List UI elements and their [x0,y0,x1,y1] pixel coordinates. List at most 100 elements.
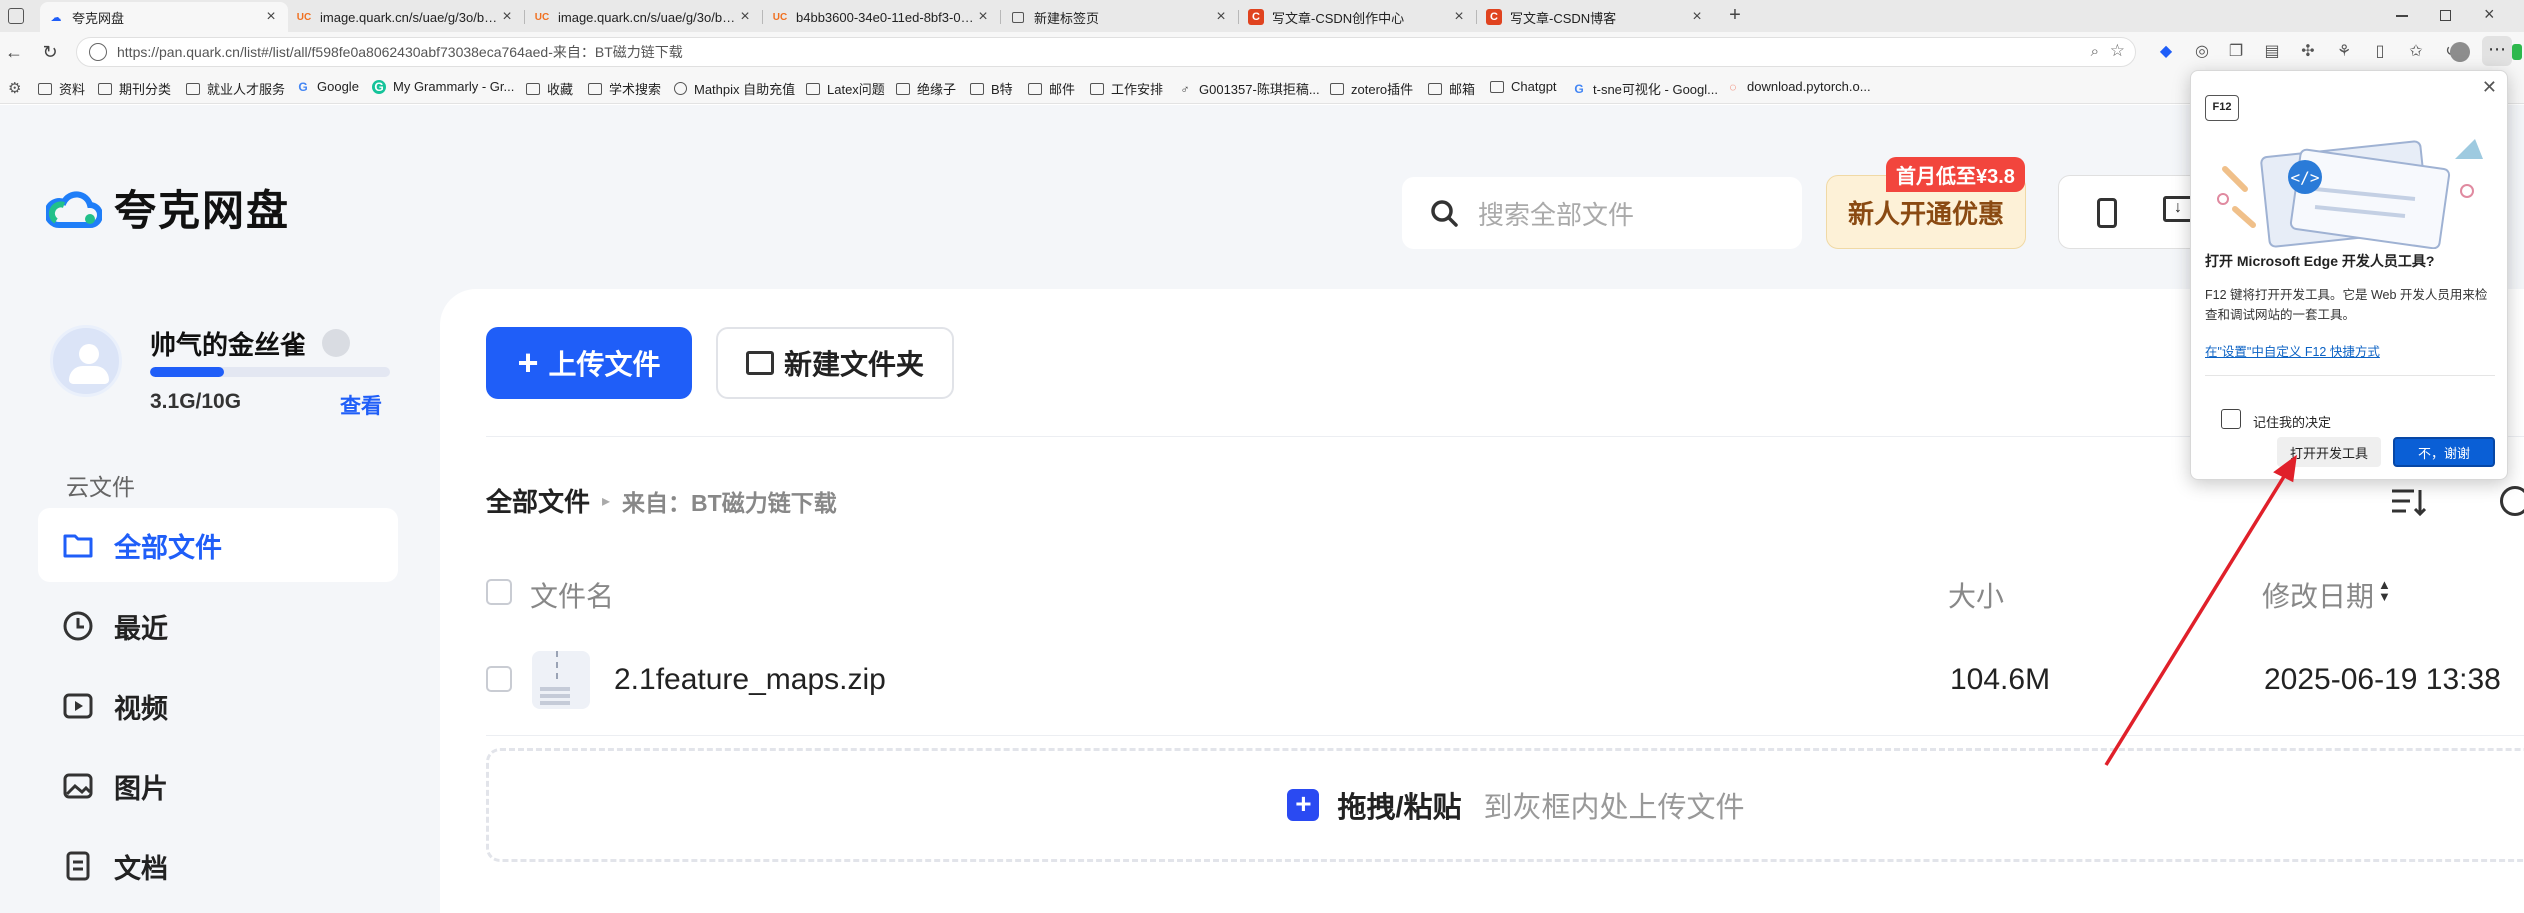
new-tab-button[interactable]: + [1724,4,1746,26]
bookmark-item[interactable]: 学术搜索 [588,79,661,98]
bookmark-item[interactable]: 邮箱 [1428,79,1475,98]
tab-close-icon[interactable]: × [1450,8,1468,26]
sidebar-item-video[interactable]: 视频 [38,669,398,743]
tab-image-quark-2[interactable]: UC image.quark.cn/s/uae/g/3o/broc × [526,2,762,32]
bookmark-item[interactable]: G Google [296,79,359,94]
copilot-icon[interactable] [2512,44,2522,60]
tab-close-icon[interactable]: × [1212,8,1230,26]
grammarly-icon: G [372,79,386,94]
tab-close-icon[interactable]: × [974,8,992,26]
zoom-icon[interactable]: ⌕ [2091,43,2099,60]
mobile-app-icon[interactable] [2097,198,2117,228]
bookmark-item[interactable]: 绝缘子 [896,79,956,98]
bookmark-label: Google [317,79,359,94]
tab-quark-pan[interactable]: ☁ 夸克网盘 × [40,2,288,32]
workspaces-icon[interactable] [8,8,24,24]
search-input[interactable]: 搜索全部文件 [1402,177,1802,249]
tab-close-icon[interactable]: × [1688,8,1706,26]
settings-more-icon[interactable]: ⋯ [2482,36,2512,66]
extension-icon[interactable]: ◆ [2156,42,2176,62]
extensions-puzzle-icon[interactable]: ✣ [2298,42,2318,62]
minimize-icon[interactable] [2396,15,2408,17]
row-checkbox[interactable] [486,666,512,692]
bookmark-item[interactable]: zotero插件 [1330,79,1413,98]
tab-image-quark-1[interactable]: UC image.quark.cn/s/uae/g/3o/broc × [288,2,524,32]
close-icon[interactable]: ✕ [2482,77,2497,98]
performance-icon[interactable]: ⚘ [2334,42,2354,62]
customize-shortcut-link[interactable]: 在"设置"中自定义 F12 快捷方式 [2205,341,2495,360]
bookmark-item[interactable]: 资料 [38,79,85,98]
upload-file-button[interactable]: + 上传文件 [486,327,692,399]
select-all-checkbox[interactable] [486,579,512,605]
bookmark-item[interactable]: B特 [970,79,1013,98]
app-logo[interactable]: 夸克网盘 [44,177,290,238]
remember-decision-label: 记住我的决定 [2253,415,2332,430]
reading-icon[interactable]: ▤ [2262,42,2282,62]
collections-icon[interactable]: ❐ [2226,42,2246,62]
extension-icon[interactable]: ◎ [2192,42,2212,62]
bookmarks-bar: ⚙ 资料 期刊分类 就业人才服务 G Google G My Grammarly -… [0,72,2524,104]
upload-label: 上传文件 [548,349,661,380]
folder-icon [745,351,774,375]
bookmark-item[interactable]: Chatgpt [1490,79,1557,94]
open-devtools-button[interactable]: 打开开发工具 [2277,437,2381,467]
bookmark-item[interactable]: ◌ download.pytorch.o... [1726,79,1871,94]
close-window-icon[interactable]: × [2484,4,2495,25]
bookmark-item[interactable]: ♂ G001357-陈琪拒稿... [1178,79,1320,98]
bookmark-item[interactable]: Gt-sne可视化 - Googl... [1572,79,1718,98]
site-info-icon[interactable] [89,43,107,61]
tab-close-icon[interactable]: × [498,8,516,26]
tab-b4bb3600[interactable]: UC b4bb3600-34e0-11ed-8bf3-015a × [764,2,1000,32]
back-icon[interactable]: ← [2,40,26,64]
bookmark-item[interactable]: 收藏 [526,79,573,98]
folder-icon [806,82,820,95]
bookmark-label: download.pytorch.o... [1747,79,1871,94]
tab-csdn-creation[interactable]: C 写文章-CSDN创作中心 × [1240,2,1476,32]
bookmark-item[interactable]: G My Grammarly - Gr... [372,79,514,94]
username[interactable]: 帅气的金丝雀 [150,325,306,362]
tab-new-tab[interactable]: 新建标签页 × [1002,2,1238,32]
sort-arrows-icon[interactable]: ▲ ▼ [2378,578,2391,603]
view-storage-link[interactable]: 查看 [340,390,382,420]
no-thanks-button[interactable]: 不，谢谢 [2393,437,2495,467]
breadcrumb-root[interactable]: 全部文件 [486,482,590,519]
sidebar-item-all-files[interactable]: 全部文件 [38,508,398,582]
upload-dropzone[interactable]: + 拖拽/粘贴 到灰框内处上传文件 [486,748,2524,862]
sidebar-item-recent[interactable]: 最近 [38,589,398,663]
file-modified-date: 2025-06-19 13:38 [2264,663,2501,696]
bookmark-item[interactable]: Latex问题 [806,79,885,98]
address-bar[interactable]: https://pan.quark.cn/list#/list/all/f598… [76,37,2136,67]
dropzone-action: 拖拽/粘贴 [1337,792,1462,824]
tab-close-icon[interactable]: × [736,8,754,26]
bookmark-item[interactable]: 邮件 [1028,79,1075,98]
remember-decision-checkbox[interactable] [2221,409,2241,429]
bookmark-item[interactable]: Mathpix 自助充值 [674,79,795,98]
column-header-date[interactable]: 修改日期 [2262,575,2374,615]
new-folder-button[interactable]: 新建文件夹 [716,327,954,399]
view-toggle-icon[interactable] [2500,486,2524,516]
tab-title: image.quark.cn/s/uae/g/3o/broc [320,9,498,25]
column-header-size[interactable]: 大小 [1948,575,2004,615]
bookmark-item[interactable]: 工作安排 [1090,79,1163,98]
profile-avatar-icon[interactable] [2450,42,2470,62]
sort-icon[interactable] [2390,486,2427,518]
settings-gear-icon[interactable]: ⚙ [8,79,21,97]
user-avatar[interactable] [50,325,122,397]
tab-close-icon[interactable]: × [262,8,280,26]
sidebar-item-label: 视频 [114,693,168,724]
devtools-illustration-icon: </> [2205,129,2495,250]
split-screen-icon[interactable]: ▯ [2370,42,2390,62]
sidebar-item-images[interactable]: 图片 [38,749,398,823]
user-level-icon[interactable] [322,329,350,357]
favorite-star-icon[interactable]: ☆ [2110,41,2125,61]
bookmark-item[interactable]: 期刊分类 [98,79,171,98]
favorites-icon[interactable]: ✩ [2406,42,2426,62]
desktop-download-icon[interactable]: ↓ [2163,196,2193,222]
bookmark-item[interactable]: 就业人才服务 [186,79,285,98]
tab-csdn-blog[interactable]: C 写文章-CSDN博客 × [1478,2,1714,32]
restore-icon[interactable] [2440,10,2451,21]
refresh-icon[interactable]: ↻ [38,40,62,64]
column-header-name[interactable]: 文件名 [530,575,614,615]
file-name[interactable]: 2.1feature_maps.zip [614,663,886,697]
sidebar-item-documents[interactable]: 文档 [38,829,398,903]
